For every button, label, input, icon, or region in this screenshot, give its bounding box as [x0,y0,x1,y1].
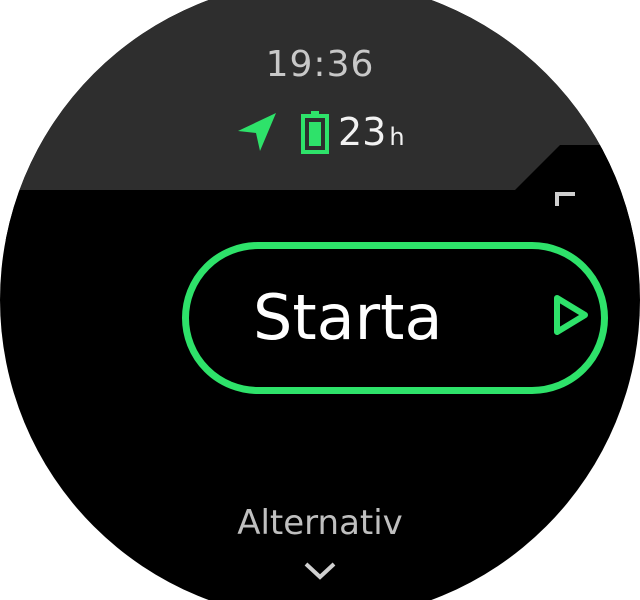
start-button[interactable]: Starta [182,242,608,394]
chevron-up-icon [555,192,575,206]
battery-hours-unit: h [389,123,405,151]
options-menu-item[interactable]: Alternativ [0,503,640,543]
watch-face: 19:36 23 h Starta Alternativ [0,0,640,600]
battery-remaining: 23 h [338,110,405,154]
clock-time: 19:36 [265,44,375,85]
play-icon [554,295,588,335]
status-row: 23 h [236,110,405,154]
watch-screen: 19:36 23 h Starta Alternativ [0,0,640,600]
chevron-down-icon[interactable] [302,560,338,582]
battery-icon [301,111,329,154]
location-arrow-icon [238,113,276,151]
start-button-label: Starta [253,281,443,354]
battery-hours-value: 23 [338,110,387,154]
